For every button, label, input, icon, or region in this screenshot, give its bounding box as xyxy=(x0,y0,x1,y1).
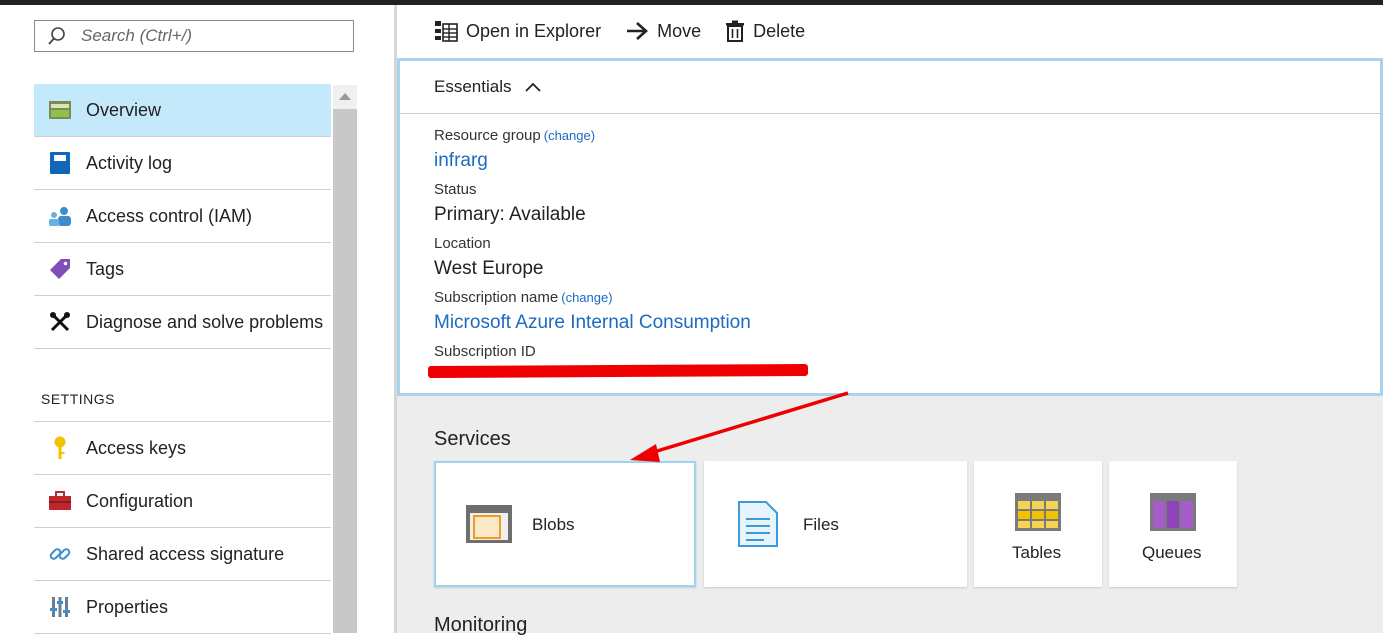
settings-nav: Access keys Configuration Shared access … xyxy=(34,421,331,634)
sidebar-item-configuration[interactable]: Configuration xyxy=(34,475,331,528)
monitoring-title: Monitoring xyxy=(434,614,528,636)
file-icon xyxy=(738,501,778,547)
scroll-up-button[interactable] xyxy=(333,85,357,109)
search-placeholder: Search (Ctrl+/) xyxy=(81,26,192,45)
sidebar-item-diagnose[interactable]: Diagnose and solve problems xyxy=(34,296,331,349)
key-icon xyxy=(48,436,72,460)
sidebar-item-label: Shared access signature xyxy=(86,543,285,564)
tag-icon xyxy=(48,257,72,281)
essentials-panel: Essentials Resource group (change) infrar… xyxy=(397,58,1383,396)
arrow-right-icon xyxy=(627,22,649,40)
toolbar: Open in Explorer Move Delete xyxy=(397,5,1383,57)
overview-icon xyxy=(48,98,72,122)
toolbox-icon xyxy=(48,489,72,513)
search-input[interactable]: Search (Ctrl+/) xyxy=(34,20,354,52)
status-label: Status xyxy=(434,181,477,198)
wrench-icon xyxy=(48,310,72,334)
sidebar-item-label: Activity log xyxy=(86,152,173,173)
sidebar-item-access-control[interactable]: Access control (IAM) xyxy=(34,190,331,243)
essentials-title: Essentials xyxy=(434,77,512,96)
open-in-explorer-button[interactable]: Open in Explorer xyxy=(434,20,601,42)
sidebar-scrollbar[interactable] xyxy=(333,85,357,633)
tables-tile[interactable]: Tables xyxy=(974,461,1102,587)
queues-label: Queues xyxy=(1142,543,1202,562)
location-value: West Europe xyxy=(434,258,544,279)
sidebar-item-label: Configuration xyxy=(86,490,194,511)
sidebar-item-label: Access keys xyxy=(86,437,187,458)
delete-button[interactable]: Delete xyxy=(725,20,805,42)
subscription-id-label: Subscription ID xyxy=(434,343,536,360)
subscription-change-link[interactable]: (change) xyxy=(561,290,612,305)
sidebar-item-access-keys[interactable]: Access keys xyxy=(34,422,331,475)
location-label: Location xyxy=(434,235,491,252)
annotation-arrow xyxy=(630,391,849,462)
sidebar-item-overview[interactable]: Overview xyxy=(34,84,331,137)
subscription-name-label-row: Subscription name (change) xyxy=(434,288,1380,308)
resource-group-change-link[interactable]: (change) xyxy=(544,128,595,143)
trash-icon xyxy=(726,20,745,42)
table-icon xyxy=(1015,493,1061,531)
status-value: Primary: Available xyxy=(434,204,586,225)
redaction-mark xyxy=(427,364,809,378)
blob-container-icon xyxy=(466,505,512,543)
queues-tile[interactable]: Queues xyxy=(1109,461,1237,587)
queue-icon xyxy=(1150,493,1196,531)
subscription-name-label: Subscription name xyxy=(434,289,559,306)
blobs-label: Blobs xyxy=(532,515,575,534)
resource-group-value[interactable]: infrarg xyxy=(434,146,1380,178)
chevron-up-icon[interactable] xyxy=(525,82,542,92)
search-icon xyxy=(47,26,67,46)
essentials-body: Resource group (change) infrarg Status Pr… xyxy=(400,114,1380,362)
sidebar-item-activity-log[interactable]: Activity log xyxy=(34,137,331,190)
resource-group-label-row: Resource group (change) xyxy=(434,126,1380,146)
sidebar-nav: Overview Activity log Access control (IA… xyxy=(34,84,331,349)
move-label: Move xyxy=(657,20,702,41)
sidebar-item-label: Overview xyxy=(86,99,162,120)
tables-label: Tables xyxy=(1012,543,1062,562)
sidebar-item-label: Diagnose and solve problems xyxy=(86,311,324,332)
sidebar-item-tags[interactable]: Tags xyxy=(34,243,331,296)
sidebar-item-label: Access control (IAM) xyxy=(86,205,253,226)
sidebar-item-label: Tags xyxy=(86,258,125,279)
sidebar-item-label: Properties xyxy=(86,596,169,617)
people-icon xyxy=(48,204,72,228)
settings-header: SETTINGS xyxy=(41,391,116,407)
sidebar: Search (Ctrl+/) Overview Activity log Ac… xyxy=(0,5,394,634)
properties-icon xyxy=(48,595,72,619)
subscription-name-value[interactable]: Microsoft Azure Internal Consumption xyxy=(434,308,1380,340)
activity-log-icon xyxy=(48,151,72,175)
files-label: Files xyxy=(803,515,839,534)
delete-label: Delete xyxy=(753,20,806,41)
services-title: Services xyxy=(434,428,511,450)
link-icon xyxy=(48,542,72,566)
move-button[interactable]: Move xyxy=(625,21,701,42)
sidebar-item-shared-access-signature[interactable]: Shared access signature xyxy=(34,528,331,581)
services-section: Services Blobs Files Tables Queues Monit… xyxy=(397,396,1383,636)
sidebar-item-properties[interactable]: Properties xyxy=(34,581,331,634)
essentials-header[interactable]: Essentials xyxy=(400,61,1380,114)
open-in-explorer-label: Open in Explorer xyxy=(466,20,602,41)
explorer-icon xyxy=(435,21,458,42)
resource-group-label: Resource group xyxy=(434,127,541,144)
